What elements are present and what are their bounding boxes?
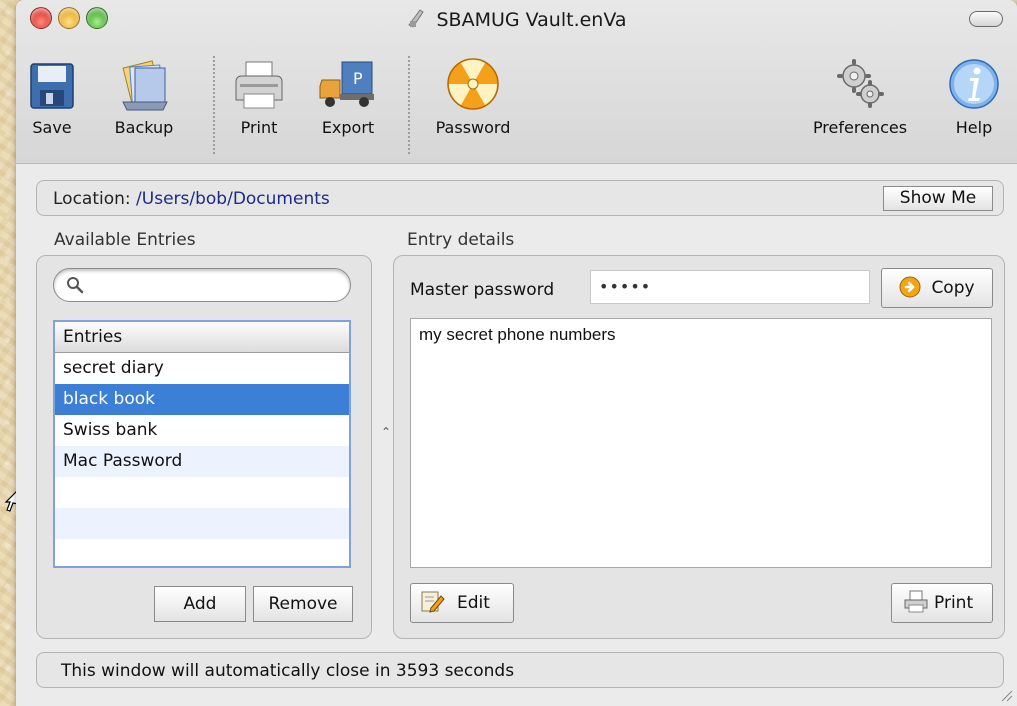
toolbar-backup-button[interactable]: Backup [102, 44, 186, 137]
toolbar-help-button[interactable]: Help [944, 44, 1004, 137]
search-icon [67, 277, 84, 294]
master-password-label: Master password [410, 280, 555, 300]
search-field[interactable] [53, 268, 351, 302]
toolbar-save-label: Save [32, 118, 72, 137]
toolbar-print-label: Print [240, 118, 278, 137]
location-bar: Location: /Users/bob/Documents Show Me [36, 180, 1004, 216]
print-entry-button[interactable]: Print [891, 583, 993, 623]
location-label: Location: [53, 189, 131, 209]
edit-label: Edit [457, 593, 490, 613]
location-path: /Users/bob/Documents [136, 189, 330, 209]
toolbar-save-button[interactable]: Save [26, 44, 78, 137]
status-message: This window will automatically close in … [61, 661, 515, 681]
empty-row [55, 477, 349, 508]
vault-document-icon [408, 9, 425, 28]
copy-button[interactable]: Copy [881, 268, 993, 308]
table-row[interactable]: Swiss bank [55, 415, 349, 446]
svg-text:P: P [353, 69, 363, 88]
search-input[interactable] [90, 273, 340, 297]
available-entries-panel: Entries secret diary black book Swiss ba… [36, 255, 372, 639]
empty-row [55, 508, 349, 539]
location-label-wrap: Location: /Users/bob/Documents [53, 189, 330, 209]
toolbar-password-label: Password [435, 118, 511, 137]
info-help-icon [949, 59, 999, 109]
table-row[interactable]: black book [55, 384, 349, 415]
toolbar-separator [213, 56, 215, 154]
radiation-password-icon [447, 58, 499, 110]
toolbar-separator [408, 56, 410, 154]
entries-table: Entries secret diary black book Swiss ba… [53, 320, 351, 568]
toolbar: SBAMUG Vault.enVa Save Backup Print P Ex… [16, 0, 1017, 164]
add-entry-button[interactable]: Add [154, 586, 246, 622]
toolbar-backup-label: Backup [114, 118, 174, 137]
floppy-disk-icon [30, 63, 74, 109]
toolbar-preferences-label: Preferences [812, 118, 908, 137]
table-row[interactable]: secret diary [55, 353, 349, 384]
entries-column-header[interactable]: Entries [55, 322, 349, 353]
toolbar-help-label: Help [955, 118, 993, 137]
empty-row [55, 539, 349, 566]
master-password-field[interactable]: ••••• [590, 270, 870, 304]
backup-icon [122, 60, 168, 111]
small-printer-icon [904, 590, 928, 613]
toolbar-toggle-button[interactable] [969, 11, 1003, 27]
printer-icon [235, 61, 283, 109]
toolbar-export-button[interactable]: P Export [312, 44, 384, 137]
entry-details-title: Entry details [407, 230, 515, 250]
window-title: SBAMUG Vault.enVa [436, 9, 627, 31]
title-bar[interactable]: SBAMUG Vault.enVa [16, 0, 1017, 34]
edit-button[interactable]: Edit [410, 583, 514, 623]
toolbar-preferences-button[interactable]: Preferences [804, 44, 916, 137]
split-view-handle[interactable]: ⌃ [381, 425, 391, 439]
export-truck-icon: P [319, 61, 374, 107]
entry-content-text[interactable]: my secret phone numbers [410, 318, 992, 568]
vault-window: SBAMUG Vault.enVa Save Backup Print P Ex… [16, 0, 1017, 706]
resize-grip-icon[interactable] [999, 688, 1013, 702]
table-row[interactable]: Mac Password [55, 446, 349, 477]
entry-details-panel: Master password ••••• Copy my secret pho… [393, 255, 1005, 639]
remove-entry-button[interactable]: Remove [253, 586, 353, 622]
toolbar-print-button[interactable]: Print [230, 44, 288, 137]
status-bar: This window will automatically close in … [36, 652, 1004, 688]
edit-pencil-icon [421, 591, 445, 613]
copy-label: Copy [931, 278, 975, 298]
show-me-button[interactable]: Show Me [883, 186, 993, 211]
toolbar-password-button[interactable]: Password [426, 44, 520, 137]
window-title-wrap: SBAMUG Vault.enVa [16, 7, 1017, 31]
toolbar-export-label: Export [321, 118, 375, 137]
arrow-circle-icon [899, 276, 921, 298]
available-entries-title: Available Entries [54, 230, 196, 250]
gears-icon [837, 59, 884, 108]
print-entry-label: Print [934, 593, 974, 613]
